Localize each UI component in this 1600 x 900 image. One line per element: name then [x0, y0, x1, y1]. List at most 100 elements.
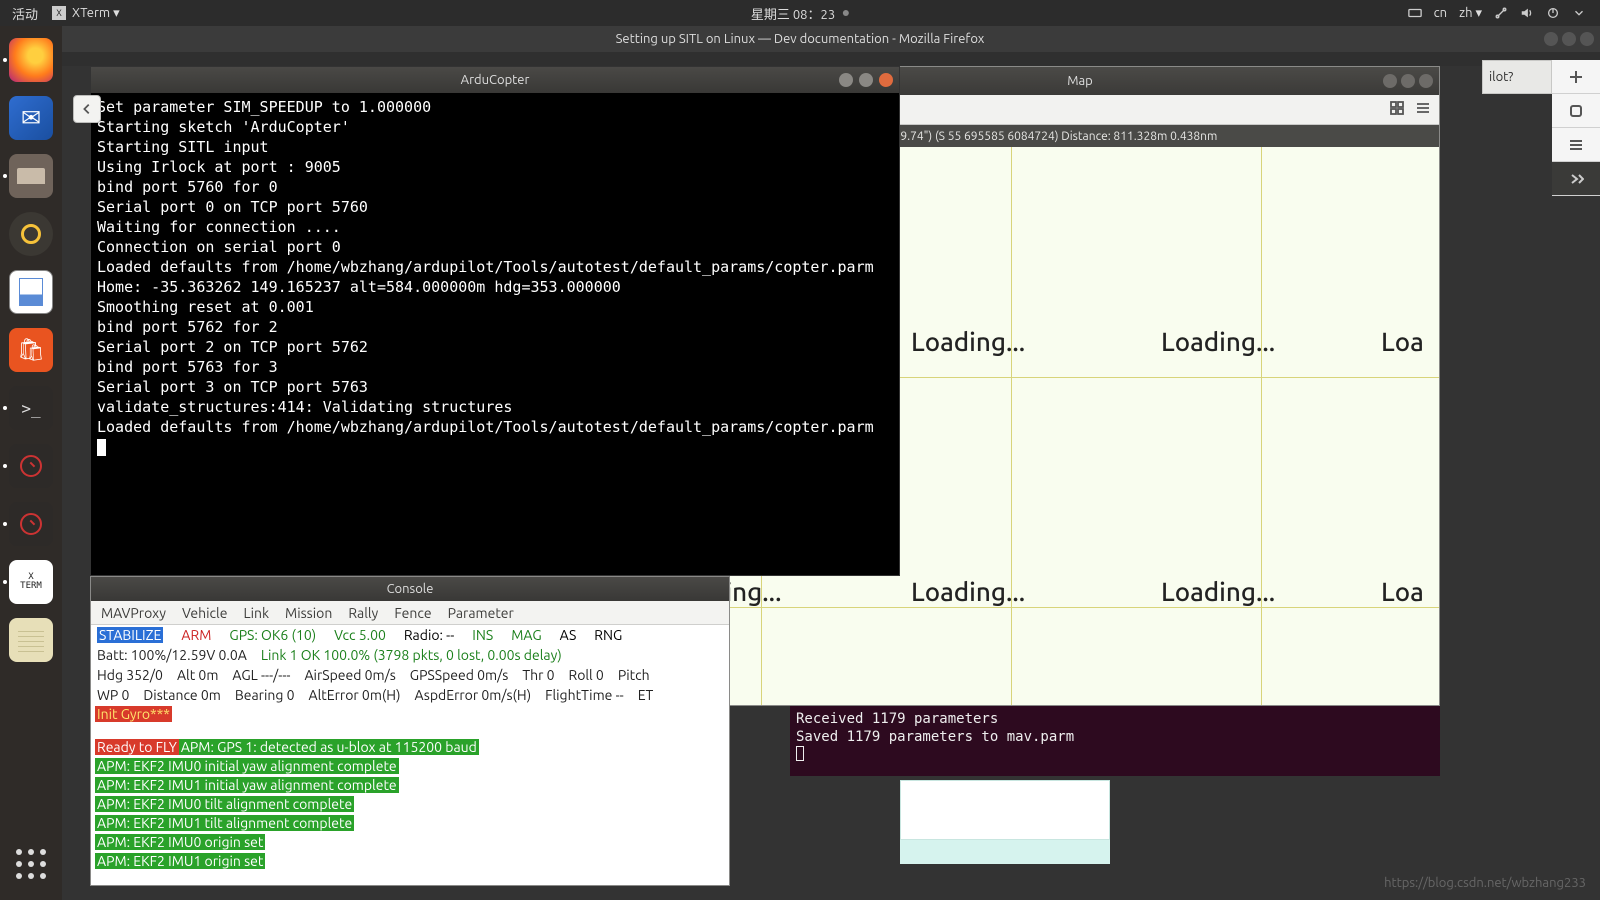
gterm-line-2: Saved 1179 parameters to mav.parm	[796, 728, 1434, 746]
status-et: ET	[638, 687, 654, 703]
status-roll: Roll 0	[569, 667, 604, 683]
notification-dot-icon	[843, 10, 849, 16]
dock-notes[interactable]	[9, 618, 53, 662]
status-arm: ARM	[181, 627, 211, 643]
console-log: Init Gyro*** Ready to FLYAPM: GPS 1: det…	[91, 705, 729, 871]
xterm-icon: X	[52, 6, 66, 20]
map-maximize-button[interactable]	[1401, 74, 1415, 88]
xterm-cursor	[97, 439, 106, 456]
xterm-maximize-button[interactable]	[859, 73, 873, 87]
map-loading-1: Loading...	[911, 327, 1025, 356]
status-alterror: AltError 0m(H)	[309, 687, 401, 703]
ime-cn[interactable]: cn	[1434, 6, 1447, 20]
dock-xterm[interactable]: XTERM	[9, 560, 53, 604]
map-tool-icon-1[interactable]	[1389, 100, 1405, 120]
dock-firefox[interactable]	[9, 38, 53, 82]
map-loading-5: Loading...	[911, 577, 1025, 606]
menu-mission[interactable]: Mission	[285, 605, 332, 621]
log-ekf-6: APM: EKF2 IMU1 origin set	[95, 853, 265, 869]
gnome-terminal[interactable]: Received 1179 parameters Saved 1179 para…	[790, 706, 1440, 776]
log-gps-detect: APM: GPS 1: detected as u-blox at 115200…	[179, 739, 479, 755]
dock-app-2[interactable]	[9, 502, 53, 546]
network-icon[interactable]	[1494, 6, 1508, 20]
show-apps-button[interactable]	[9, 842, 53, 886]
keyboard-icon[interactable]	[1408, 6, 1422, 20]
map-minimize-button[interactable]	[1383, 74, 1397, 88]
menu-mavproxy[interactable]: MAVProxy	[101, 605, 166, 621]
sidebar-toggle-button[interactable]	[1552, 162, 1600, 196]
console-row-4: WP 0 Distance 0m Bearing 0 AltError 0m(H…	[91, 685, 729, 705]
activities-button[interactable]: 活动	[12, 4, 38, 23]
new-tab-button[interactable]	[1552, 60, 1600, 94]
gnome-top-panel: 活动 X XTerm ▾ 星期三 08：23 cn zh ▾	[0, 0, 1600, 26]
app-menu[interactable]: X XTerm ▾	[52, 6, 120, 21]
status-vcc: Vcc 5.00	[334, 627, 386, 643]
clock[interactable]: 星期三 08：23	[751, 4, 835, 23]
map-loading-6: Loading...	[1161, 577, 1275, 606]
console-menubar: MAVProxy Vehicle Link Mission Rally Fenc…	[91, 601, 729, 625]
dock-writer[interactable]	[9, 270, 53, 314]
xterm-close-button[interactable]	[879, 73, 893, 87]
menu-link[interactable]: Link	[243, 605, 269, 621]
xterm-window: ArduCopter Set parameter SIM_SPEEDUP to …	[90, 66, 900, 576]
status-wp: WP 0	[97, 687, 129, 703]
status-link: Link 1 OK 100.0% (3798 pkts, 0 lost, 0.0…	[261, 647, 562, 663]
console-row-1: STABILIZE ARM GPS: OK6 (10) Vcc 5.00 Rad…	[91, 625, 729, 645]
menu-parameter[interactable]: Parameter	[448, 605, 514, 621]
page-fragment-2	[900, 840, 1110, 864]
status-pitch: Pitch	[618, 667, 650, 683]
map-loading-4: oading...	[721, 577, 781, 606]
firefox-tabstrip	[62, 52, 1600, 66]
log-ekf-5: APM: EKF2 IMU0 origin set	[95, 834, 265, 850]
status-mag: MAG	[511, 627, 541, 643]
status-agl: AGL ---/---	[232, 667, 290, 683]
console-row-3: Hdg 352/0 Alt 0m AGL ---/--- AirSpeed 0m…	[91, 665, 729, 685]
log-ekf-4: APM: EKF2 IMU1 tilt alignment complete	[95, 815, 354, 831]
status-bearing: Bearing 0	[235, 687, 295, 703]
console-row-2: Batt: 100%/12.59V 0.0A Link 1 OK 100.0% …	[91, 645, 729, 665]
map-close-button[interactable]	[1419, 74, 1433, 88]
map-hamburger-icon[interactable]	[1415, 100, 1431, 120]
extensions-button[interactable]	[1552, 94, 1600, 128]
browser-tab-fragment[interactable]: ilot?	[1482, 60, 1552, 94]
status-flighttime: FlightTime --	[545, 687, 624, 703]
console-window: Console MAVProxy Vehicle Link Mission Ra…	[90, 576, 730, 886]
status-rng: RNG	[594, 627, 622, 643]
menu-vehicle[interactable]: Vehicle	[182, 605, 227, 621]
menu-fence[interactable]: Fence	[394, 605, 431, 621]
firefox-sidebuttons	[1552, 60, 1600, 196]
gterm-cursor	[796, 746, 804, 761]
status-distance: Distance 0m	[143, 687, 220, 703]
status-batt: Batt: 100%/12.59V 0.0A	[97, 647, 247, 663]
back-button[interactable]	[73, 95, 101, 123]
map-loading-2: Loading...	[1161, 327, 1275, 356]
maximize-button[interactable]	[1562, 32, 1576, 46]
console-title: Console	[387, 582, 434, 596]
gnome-dock: ✉ 🛍 >_ XTERM	[0, 26, 62, 900]
xterm-title: ArduCopter	[461, 73, 530, 87]
dock-app-1[interactable]	[9, 444, 53, 488]
dock-rhythmbox[interactable]	[9, 212, 53, 256]
status-as: AS	[560, 627, 577, 643]
log-init-gyro: Init Gyro***	[95, 706, 172, 722]
dock-terminal[interactable]: >_	[9, 386, 53, 430]
power-icon[interactable]	[1546, 6, 1560, 20]
ime-zh[interactable]: zh ▾	[1459, 6, 1482, 21]
minimize-button[interactable]	[1544, 32, 1558, 46]
dock-files[interactable]	[9, 154, 53, 198]
xterm-minimize-button[interactable]	[839, 73, 853, 87]
log-ekf-2: APM: EKF2 IMU1 initial yaw alignment com…	[95, 777, 399, 793]
menu-rally[interactable]: Rally	[348, 605, 378, 621]
xterm-output[interactable]: Set parameter SIM_SPEEDUP to 1.000000 St…	[91, 93, 899, 461]
status-alt: Alt 0m	[177, 667, 218, 683]
map-loading-3: Loa	[1381, 327, 1424, 356]
status-aspderror: AspdError 0m/s(H)	[414, 687, 531, 703]
close-button[interactable]	[1580, 32, 1594, 46]
volume-icon[interactable]	[1520, 6, 1534, 20]
dock-thunderbird[interactable]: ✉	[9, 96, 53, 140]
firefox-menu-button[interactable]	[1552, 128, 1600, 162]
app-menu-label: XTerm ▾	[72, 6, 120, 21]
dock-software[interactable]: 🛍	[9, 328, 53, 372]
chevron-down-icon[interactable]	[1572, 6, 1586, 20]
map-title: Map	[1067, 74, 1093, 88]
